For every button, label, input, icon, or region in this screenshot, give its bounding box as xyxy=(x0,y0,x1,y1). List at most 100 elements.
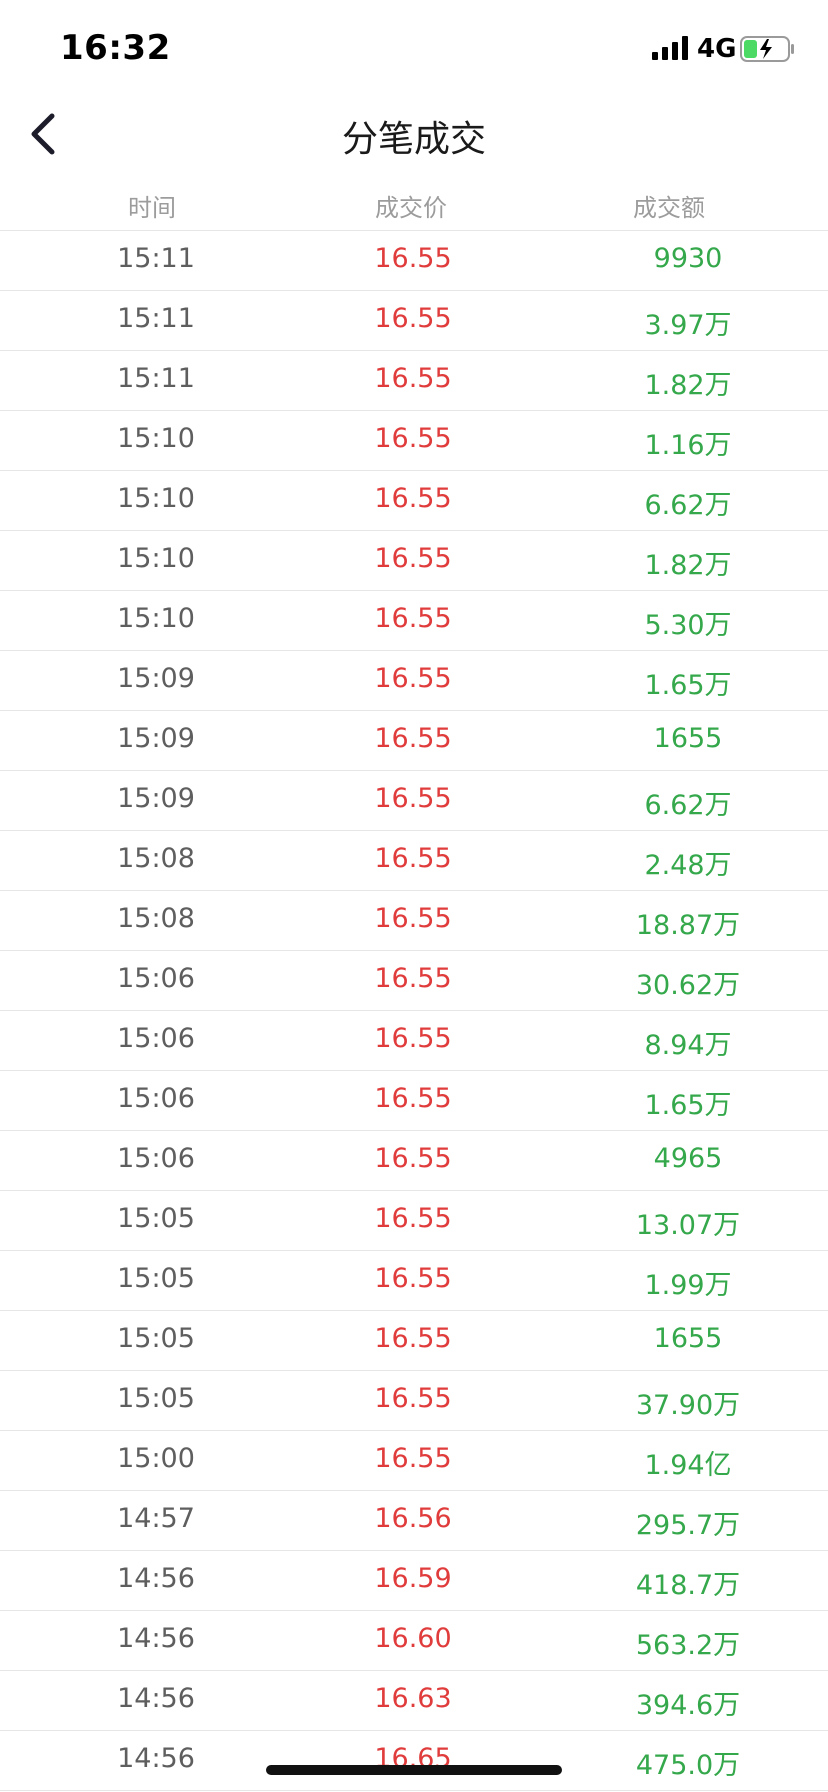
trade-time: 15:10 xyxy=(117,603,195,634)
trade-time: 15:10 xyxy=(117,483,195,514)
trade-price: 16.55 xyxy=(374,423,452,454)
trade-list[interactable]: 15:1216.55662015:1116.55993015:1116.553.… xyxy=(0,230,828,1792)
trade-amount: 394.6万 xyxy=(635,1690,741,1721)
trade-price: 16.55 xyxy=(374,1023,452,1054)
trade-amount: 4965 xyxy=(653,1143,723,1174)
trade-row[interactable]: 14:56 16.59 418.7万 xyxy=(0,1551,828,1611)
trade-amount: 1.65万 xyxy=(644,670,732,701)
trade-price: 16.60 xyxy=(374,1623,452,1654)
trade-row[interactable]: 15:10 16.55 1.82万 xyxy=(0,531,828,591)
trade-amount: 1.82万 xyxy=(644,550,732,581)
trade-time: 15:06 xyxy=(117,1083,195,1114)
trade-time: 15:00 xyxy=(117,1443,195,1474)
trade-price: 16.55 xyxy=(374,363,452,394)
status-time: 16:32 xyxy=(60,28,171,68)
trade-time: 14:56 xyxy=(117,1623,195,1654)
trade-row[interactable]: 15:05 16.55 37.90万 xyxy=(0,1371,828,1431)
trade-row[interactable]: 15:10 16.55 6.62万 xyxy=(0,471,828,531)
trade-price: 16.55 xyxy=(374,843,452,874)
trade-row[interactable]: 15:09 16.55 1655 xyxy=(0,711,828,771)
trade-row[interactable]: 15:09 16.55 1.65万 xyxy=(0,651,828,711)
trade-price: 16.55 xyxy=(374,1083,452,1114)
trade-price: 16.63 xyxy=(374,1683,452,1714)
trade-amount: 1.94亿 xyxy=(644,1450,732,1481)
trade-price: 16.55 xyxy=(374,1443,452,1474)
trade-row[interactable]: 15:06 16.55 8.94万 xyxy=(0,1011,828,1071)
trade-time: 15:10 xyxy=(117,543,195,574)
trade-price: 16.55 xyxy=(374,243,452,274)
trade-amount: 418.7万 xyxy=(635,1570,741,1601)
trade-row[interactable]: 15:06 16.55 4965 xyxy=(0,1131,828,1191)
trade-row[interactable]: 15:08 16.55 18.87万 xyxy=(0,891,828,951)
trade-amount: 1655 xyxy=(653,1323,723,1354)
trade-row[interactable]: 14:56 16.65 475.0万 xyxy=(0,1731,828,1791)
trade-amount: 6.62万 xyxy=(644,490,732,521)
trade-amount: 563.2万 xyxy=(635,1630,741,1661)
trade-time: 14:56 xyxy=(117,1563,195,1594)
trade-row[interactable]: 15:06 16.55 1.65万 xyxy=(0,1071,828,1131)
trade-time: 15:06 xyxy=(117,1143,195,1174)
trade-amount: 37.90万 xyxy=(635,1390,741,1421)
nav-bar: 分笔成交 xyxy=(0,92,828,182)
trade-row[interactable]: 15:08 16.55 2.48万 xyxy=(0,831,828,891)
page-title: 分笔成交 xyxy=(341,119,486,160)
trade-price: 16.55 xyxy=(374,483,452,514)
trade-time: 15:09 xyxy=(117,783,195,814)
trade-time: 15:05 xyxy=(117,1323,195,1354)
trade-price: 16.56 xyxy=(374,1503,452,1534)
trade-row[interactable]: 15:06 16.55 30.62万 xyxy=(0,951,828,1011)
trade-time: 15:10 xyxy=(117,423,195,454)
trade-time: 15:11 xyxy=(117,363,195,394)
trade-time: 14:57 xyxy=(117,1503,195,1534)
trade-amount: 1.65万 xyxy=(644,1090,732,1121)
trade-price: 16.55 xyxy=(374,1383,452,1414)
trade-time: 15:08 xyxy=(117,843,195,874)
trade-time: 15:06 xyxy=(117,963,195,994)
trade-price: 16.55 xyxy=(374,1143,452,1174)
trade-row[interactable]: 15:05 16.55 13.07万 xyxy=(0,1191,828,1251)
trade-time: 15:05 xyxy=(117,1263,195,1294)
trade-row[interactable]: 15:09 16.55 6.62万 xyxy=(0,771,828,831)
trade-amount: 3.97万 xyxy=(644,310,732,341)
trade-amount: 13.07万 xyxy=(635,1210,741,1241)
trade-row[interactable]: 15:00 16.55 1.94亿 xyxy=(0,1431,828,1491)
trade-row[interactable]: 14:57 16.56 295.7万 xyxy=(0,1491,828,1551)
trade-time: 15:06 xyxy=(117,1023,195,1054)
trade-row[interactable]: 15:11 16.55 9930 xyxy=(0,231,828,291)
trade-time: 15:11 xyxy=(117,303,195,334)
column-header-price: 成交价 xyxy=(375,194,447,222)
trade-amount: 475.0万 xyxy=(635,1750,741,1781)
trade-row[interactable]: 15:10 16.55 5.30万 xyxy=(0,591,828,651)
trade-time: 15:05 xyxy=(117,1203,195,1234)
trade-price: 16.55 xyxy=(374,1203,452,1234)
trade-amount: 1.82万 xyxy=(644,370,732,401)
trade-row[interactable]: 15:10 16.55 1.16万 xyxy=(0,411,828,471)
column-header: 时间 成交价 成交额 xyxy=(0,182,828,232)
trade-row[interactable]: 15:05 16.55 1655 xyxy=(0,1311,828,1371)
trade-time: 15:11 xyxy=(117,243,195,274)
trade-row[interactable]: 15:11 16.55 1.82万 xyxy=(0,351,828,411)
trade-row[interactable]: 14:56 16.63 394.6万 xyxy=(0,1671,828,1731)
trade-price: 16.55 xyxy=(374,663,452,694)
trade-amount: 1655 xyxy=(653,723,723,754)
trade-row[interactable]: 15:05 16.55 1.99万 xyxy=(0,1251,828,1311)
trade-price: 16.55 xyxy=(374,1323,452,1354)
trade-price: 16.55 xyxy=(374,543,452,574)
trade-amount: 8.94万 xyxy=(644,1030,732,1061)
trade-price: 16.55 xyxy=(374,903,452,934)
home-indicator[interactable] xyxy=(266,1765,562,1775)
trade-price: 16.59 xyxy=(374,1563,452,1594)
trade-amount: 1.99万 xyxy=(644,1270,732,1301)
trade-amount: 6.62万 xyxy=(644,790,732,821)
trade-time: 15:09 xyxy=(117,723,195,754)
trade-price: 16.55 xyxy=(374,1263,452,1294)
trade-amount: 2.48万 xyxy=(644,850,732,881)
column-header-time: 时间 xyxy=(128,194,176,222)
trade-row[interactable]: 14:56 16.60 563.2万 xyxy=(0,1611,828,1671)
trade-time: 15:09 xyxy=(117,663,195,694)
trade-price: 16.55 xyxy=(374,783,452,814)
trade-row[interactable]: 15:11 16.55 3.97万 xyxy=(0,291,828,351)
trade-amount: 5.30万 xyxy=(644,610,732,641)
trade-price: 16.55 xyxy=(374,723,452,754)
trade-time: 14:56 xyxy=(117,1683,195,1714)
